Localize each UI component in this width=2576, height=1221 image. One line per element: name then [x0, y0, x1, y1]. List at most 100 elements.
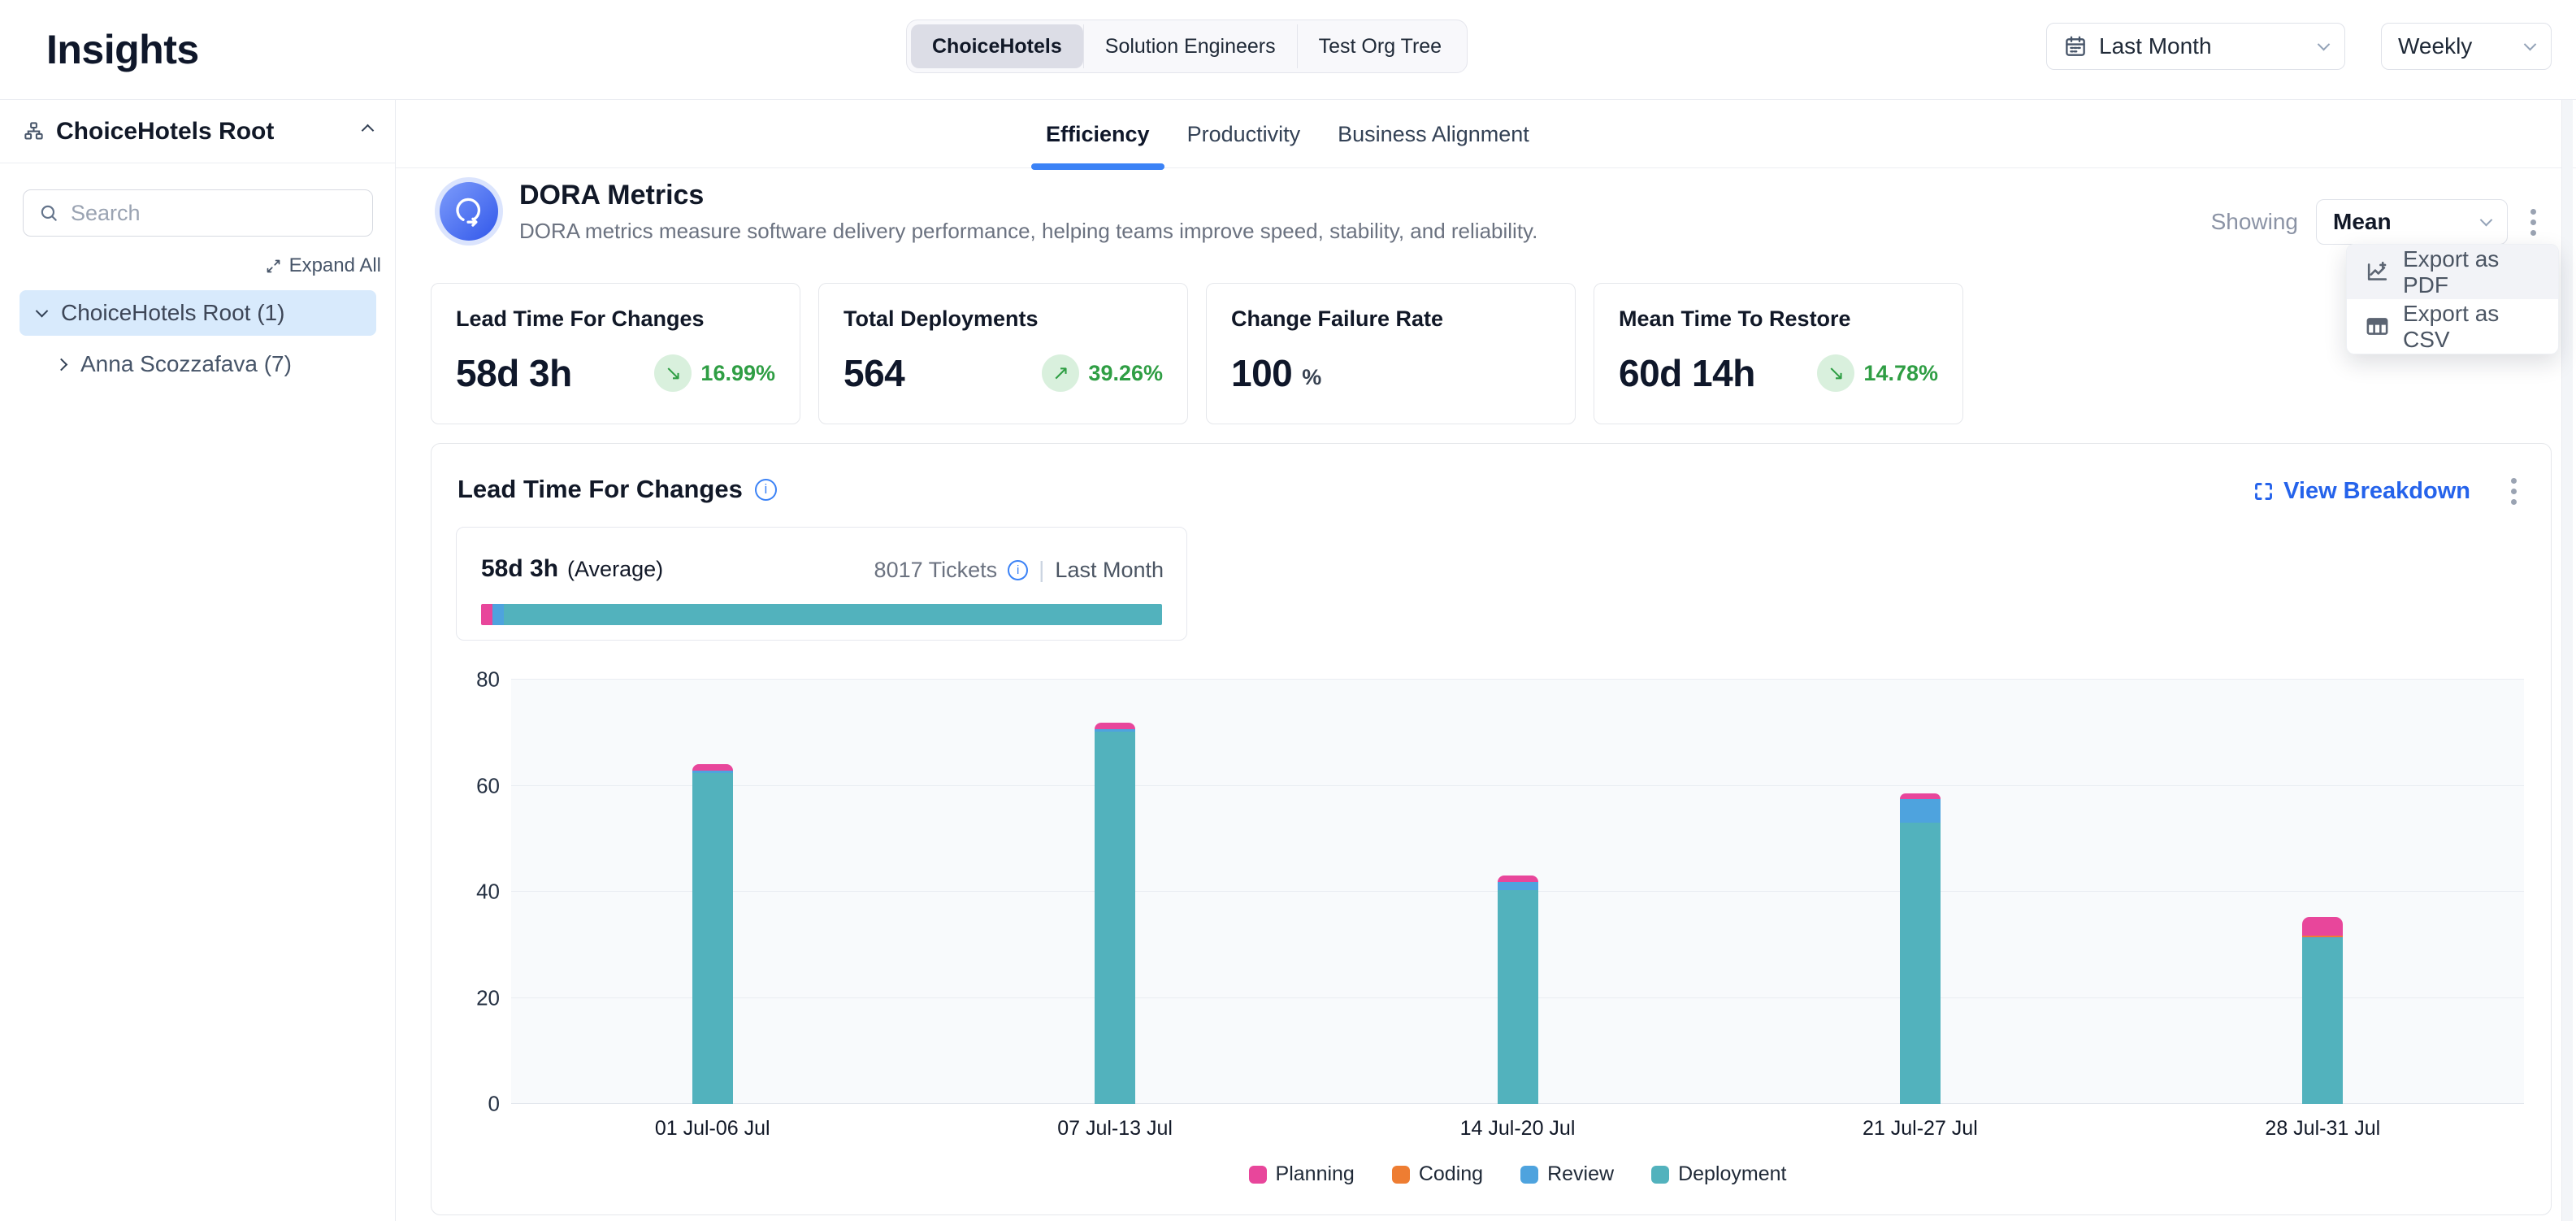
main-content: Efficiency Productivity Business Alignme…: [396, 100, 2576, 1221]
tab-productivity[interactable]: Productivity: [1187, 100, 1301, 168]
insights-page: Insights ChoiceHotels Solution Engineers…: [0, 0, 2576, 1221]
summary-qualifier: (Average): [567, 557, 663, 582]
granularity-select[interactable]: Weekly: [2381, 23, 2552, 70]
dora-cycle-icon: [435, 177, 503, 246]
card-title: Mean Time To Restore: [1619, 306, 1938, 332]
chevron-down-icon: [2318, 37, 2331, 50]
legend-item-coding[interactable]: Coding: [1392, 1162, 1483, 1186]
card-mean-time-to-restore: Mean Time To Restore 60d 14h ↘ 14.78%: [1594, 283, 1963, 424]
legend-swatch: [1392, 1166, 1410, 1184]
legend-label: Deployment: [1678, 1162, 1786, 1186]
tab-efficiency[interactable]: Efficiency: [1046, 100, 1150, 168]
summary-period: Last Month: [1055, 558, 1164, 583]
chart-kebab-menu-button[interactable]: [2506, 473, 2522, 510]
card-title: Total Deployments: [843, 306, 1163, 332]
export-csv-label: Export as CSV: [2403, 301, 2540, 353]
trend-badge: ↗ 39.26%: [1042, 354, 1163, 392]
export-pdf-label: Export as PDF: [2403, 246, 2540, 298]
stacked-bar-28 Jul-31 Jul[interactable]: [2302, 917, 2343, 1104]
vertical-scrollbar[interactable]: [2561, 100, 2573, 1221]
showing-label: Showing: [2211, 209, 2298, 235]
app-header: Insights ChoiceHotels Solution Engineers…: [0, 0, 2576, 100]
legend-swatch: [1651, 1166, 1669, 1184]
stacked-bar-14 Jul-20 Jul[interactable]: [1498, 876, 1538, 1104]
legend-item-deployment[interactable]: Deployment: [1651, 1162, 1786, 1186]
legend-label: Review: [1547, 1162, 1614, 1186]
org-tree-sidebar: ChoiceHotels Root Search Expand All Choi…: [0, 100, 396, 1221]
card-value: 58d 3h: [456, 351, 572, 395]
chevron-right-icon[interactable]: [55, 358, 68, 371]
sidebar-root-label: ChoiceHotels Root: [56, 118, 274, 146]
tab-business-alignment[interactable]: Business Alignment: [1338, 100, 1529, 168]
tree-item-label: ChoiceHotels Root (1): [61, 300, 284, 326]
org-tab-choicehotels[interactable]: ChoiceHotels: [911, 24, 1083, 68]
stacked-bar-01 Jul-06 Jul[interactable]: [692, 764, 733, 1104]
chart-plot-area: [511, 680, 2524, 1104]
tree-item-anna-scozzafava[interactable]: Anna Scozzafava (7): [57, 344, 292, 385]
tree-item-label: Anna Scozzafava (7): [80, 351, 292, 377]
card-value: 564: [843, 351, 904, 395]
org-tab-test-org-tree[interactable]: Test Org Tree: [1297, 24, 1463, 68]
dora-metrics-header: DORA Metrics DORA metrics measure softwa…: [435, 177, 1537, 246]
org-tab-solution-engineers[interactable]: Solution Engineers: [1083, 24, 1297, 68]
info-icon[interactable]: i: [755, 479, 777, 501]
main-tabbar: Efficiency Productivity Business Alignme…: [396, 100, 2576, 168]
legend-swatch: [1249, 1166, 1267, 1184]
view-breakdown-button[interactable]: View Breakdown: [2253, 478, 2470, 505]
bar-segment-planning: [2302, 917, 2343, 936]
gridline-y60: [511, 785, 2524, 786]
stacked-bar-07 Jul-13 Jul[interactable]: [1095, 723, 1135, 1104]
stacked-bar-21 Jul-27 Jul[interactable]: [1900, 793, 1941, 1104]
export-pdf-menu-item[interactable]: Export as PDF: [2347, 245, 2558, 299]
lead-time-chart-card: Lead Time For Changes i View Breakdown 5…: [431, 443, 2552, 1215]
trend-badge: ↘ 14.78%: [1817, 354, 1938, 392]
bar-segment-deployment: [1498, 890, 1538, 1104]
expand-all-label: Expand All: [289, 254, 381, 277]
expand-all-icon: [265, 258, 282, 275]
trend-badge: ↘ 16.99%: [654, 354, 775, 392]
card-title: Lead Time For Changes: [456, 306, 775, 332]
y-tick-label: 20: [476, 985, 500, 1010]
x-tick-label: 14 Jul-20 Jul: [1460, 1117, 1576, 1141]
summary-divider: |: [1039, 557, 1044, 583]
card-value: 100: [1231, 351, 1292, 395]
card-change-failure-rate: Change Failure Rate 100 %: [1206, 283, 1576, 424]
bar-segment-deployment: [2302, 938, 2343, 1104]
header-controls: Last Month Weekly: [2046, 23, 2552, 70]
card-unit: %: [1302, 365, 1321, 390]
card-total-deployments: Total Deployments 564 ↗ 39.26%: [818, 283, 1188, 424]
export-menu: Export as PDF Export as CSV: [2346, 244, 2559, 354]
search-input[interactable]: Search: [23, 189, 373, 237]
sidebar-header: ChoiceHotels Root: [0, 100, 395, 163]
x-tick-label: 07 Jul-13 Jul: [1057, 1117, 1173, 1141]
bar-segment-planning: [1095, 723, 1135, 729]
dora-kebab-menu-button[interactable]: [2526, 204, 2541, 241]
export-csv-menu-item[interactable]: Export as CSV: [2347, 299, 2558, 354]
tree-item-choicehotels-root[interactable]: ChoiceHotels Root (1): [20, 290, 376, 336]
phase-segment-deployment: [504, 604, 1162, 625]
legend-item-planning[interactable]: Planning: [1249, 1162, 1355, 1186]
bar-segment-review: [1498, 882, 1538, 890]
info-icon[interactable]: i: [1008, 560, 1028, 580]
bar-segment-deployment: [1900, 823, 1941, 1104]
sidebar-collapse-button[interactable]: [363, 124, 372, 139]
y-tick-label: 0: [488, 1092, 500, 1117]
expand-all-button[interactable]: Expand All: [265, 254, 381, 277]
x-tick-label: 21 Jul-27 Jul: [1863, 1117, 1978, 1141]
period-select-value: Last Month: [2099, 33, 2212, 59]
card-value: 60d 14h: [1619, 351, 1755, 395]
showing-select[interactable]: Mean: [2316, 199, 2508, 245]
showing-controls: Showing Mean: [2211, 199, 2541, 245]
trend-delta: 16.99%: [700, 361, 775, 386]
trend-delta: 39.26%: [1088, 361, 1163, 386]
chart-y-axis-labels: 020406080: [432, 680, 500, 1104]
chevron-down-icon[interactable]: [36, 304, 49, 317]
bar-segment-planning: [692, 764, 733, 771]
summary-tickets: 8017 Tickets: [874, 558, 998, 583]
chart-section-actions: View Breakdown: [2253, 473, 2522, 510]
legend-item-review[interactable]: Review: [1520, 1162, 1614, 1186]
chart-legend: Planning Coding Review Deployment: [511, 1162, 2524, 1186]
period-select[interactable]: Last Month: [2046, 23, 2345, 70]
x-tick-label: 01 Jul-06 Jul: [655, 1117, 770, 1141]
dora-title: DORA Metrics: [519, 180, 1537, 211]
